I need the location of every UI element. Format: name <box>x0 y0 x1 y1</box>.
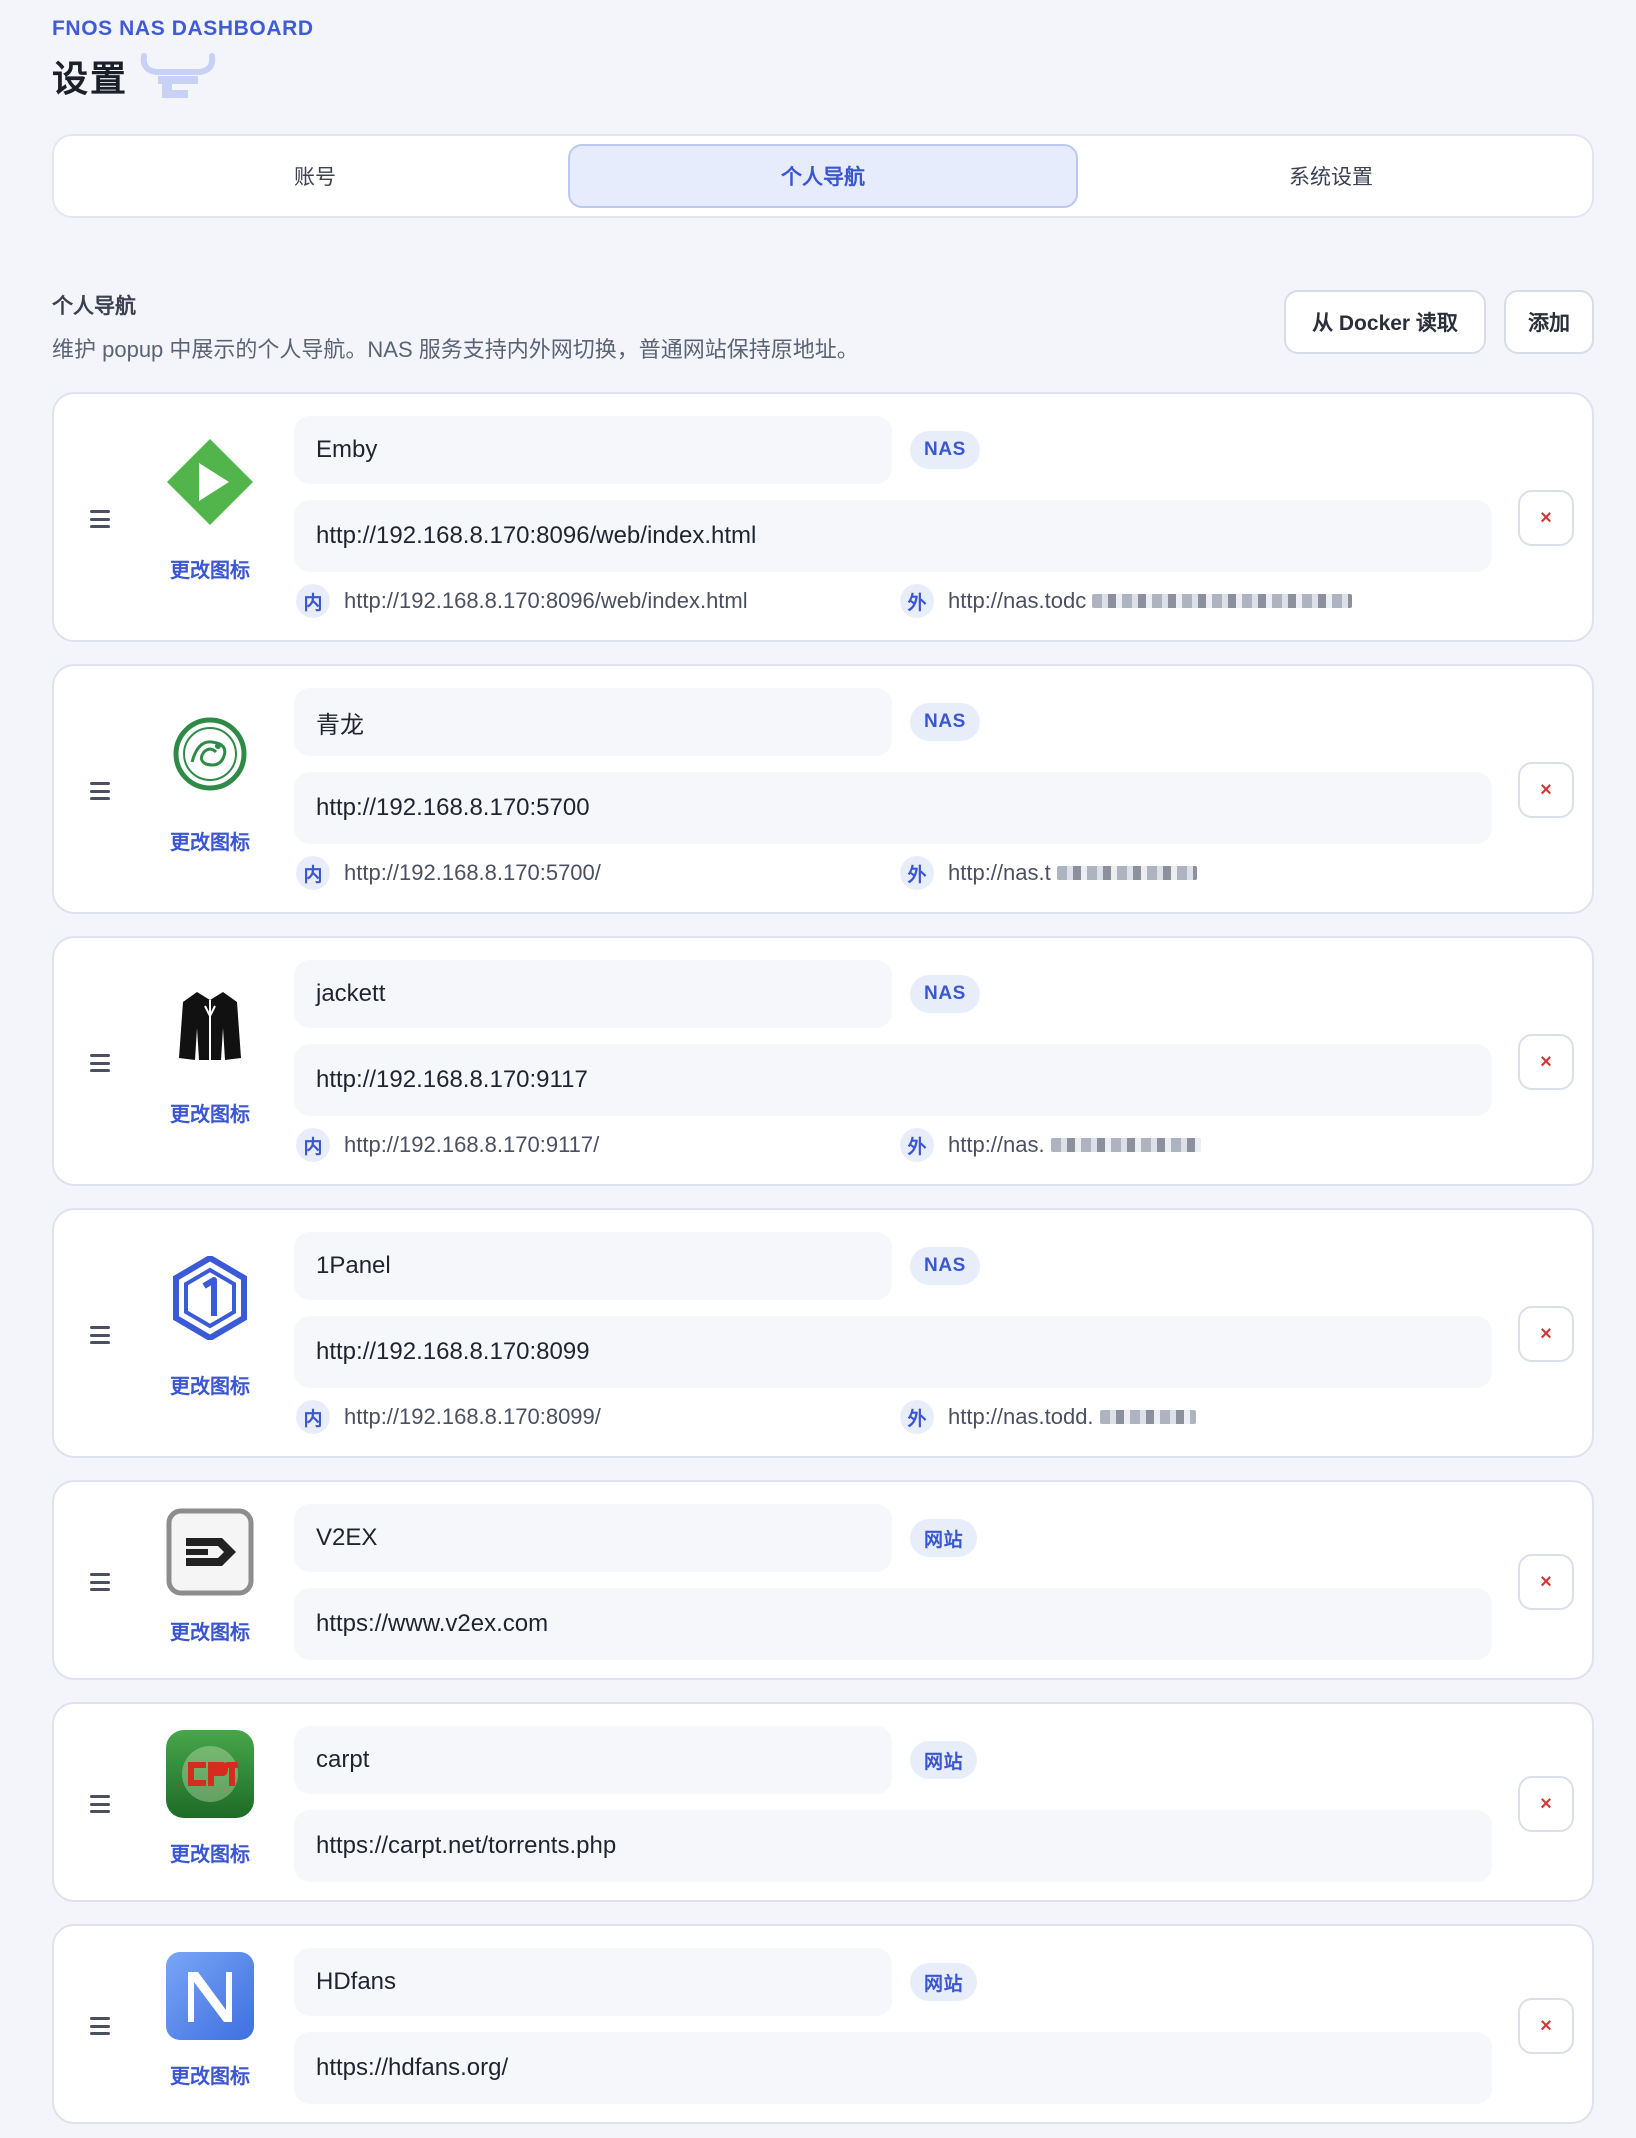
inner-url: http://192.168.8.170:5700/ <box>344 860 601 885</box>
outer-tag: 外 <box>900 1128 934 1162</box>
v2ex-icon <box>164 1506 256 1598</box>
type-badge: NAS <box>910 1247 980 1285</box>
change-icon-link[interactable]: 更改图标 <box>144 1098 276 1127</box>
url-input[interactable]: https://hdfans.org/ <box>294 2032 1492 2104</box>
delete-button[interactable]: × <box>1518 1554 1574 1610</box>
tab-personal-nav[interactable]: 个人导航 <box>568 144 1078 208</box>
type-badge: 网站 <box>910 1741 978 1779</box>
type-badge: NAS <box>910 431 980 469</box>
delete-button[interactable]: × <box>1518 1998 1574 2054</box>
nav-item-card: 更改图标 HDfans 网站 https://hdfans.org/ × <box>52 1924 1594 2124</box>
name-input[interactable]: HDfans <box>294 1948 892 2016</box>
outer-url: http://nas.todc <box>948 588 1087 613</box>
redacted-mask <box>1050 1138 1201 1152</box>
change-icon-link[interactable]: 更改图标 <box>144 554 276 583</box>
url-input[interactable]: http://192.168.8.170:9117 <box>294 1044 1492 1116</box>
change-icon-link[interactable]: 更改图标 <box>144 1838 276 1867</box>
1panel-icon <box>164 1252 256 1344</box>
change-icon-link[interactable]: 更改图标 <box>144 1616 276 1645</box>
drag-handle-icon[interactable] <box>90 2017 110 2035</box>
change-icon-link[interactable]: 更改图标 <box>144 1370 276 1399</box>
url-input[interactable]: https://www.v2ex.com <box>294 1588 1492 1660</box>
change-icon-link[interactable]: 更改图标 <box>144 2060 276 2089</box>
nav-item-card: 更改图标 青龙 NAS http://192.168.8.170:5700 内 … <box>52 664 1594 914</box>
nav-item-card: 更改图标 jackett NAS http://192.168.8.170:91… <box>52 936 1594 1186</box>
type-badge: NAS <box>910 703 980 741</box>
url-input[interactable]: https://carpt.net/torrents.php <box>294 1810 1492 1882</box>
name-input[interactable]: carpt <box>294 1726 892 1794</box>
type-badge: 网站 <box>910 1519 978 1557</box>
change-icon-link[interactable]: 更改图标 <box>144 826 276 855</box>
tab-system-settings[interactable]: 系统设置 <box>1078 144 1584 208</box>
url-input[interactable]: http://192.168.8.170:8099 <box>294 1316 1492 1388</box>
inner-url: http://192.168.8.170:8099/ <box>344 1404 601 1429</box>
name-input[interactable]: Emby <box>294 416 892 484</box>
nav-item-card: 更改图标 Emby NAS http://192.168.8.170:8096/… <box>52 392 1594 642</box>
page-title: 设置 <box>52 58 129 99</box>
drag-handle-icon[interactable] <box>90 782 110 800</box>
name-input[interactable]: 青龙 <box>294 688 892 756</box>
outer-url-row: 外 http://nas.todd. <box>900 1400 1196 1434</box>
title-row: 设置 <box>52 48 230 104</box>
add-button[interactable]: 添加 <box>1504 290 1594 354</box>
delete-button[interactable]: × <box>1518 490 1574 546</box>
outer-tag: 外 <box>900 584 934 618</box>
inner-tag: 内 <box>296 856 330 890</box>
inner-url: http://192.168.8.170:8096/web/index.html <box>344 588 748 613</box>
inner-url-row: 内 http://192.168.8.170:9117/ <box>296 1128 599 1162</box>
jackett-icon <box>164 980 256 1072</box>
name-input[interactable]: V2EX <box>294 1504 892 1572</box>
outer-tag: 外 <box>900 1400 934 1434</box>
bull-logo-icon <box>140 53 216 98</box>
qinglong-icon <box>164 708 256 800</box>
section-title: 个人导航 <box>52 295 136 318</box>
outer-url-row: 外 http://nas.todc <box>900 584 1353 618</box>
delete-button[interactable]: × <box>1518 762 1574 818</box>
name-input[interactable]: jackett <box>294 960 892 1028</box>
inner-tag: 内 <box>296 1400 330 1434</box>
hdfans-icon <box>164 1950 256 2042</box>
inner-tag: 内 <box>296 584 330 618</box>
tab-bar: 账号 个人导航 系统设置 <box>52 134 1594 218</box>
redacted-mask <box>1099 1410 1196 1424</box>
drag-handle-icon[interactable] <box>90 510 110 528</box>
drag-handle-icon[interactable] <box>90 1054 110 1072</box>
tab-account[interactable]: 账号 <box>62 144 568 208</box>
drag-handle-icon[interactable] <box>90 1795 110 1813</box>
inner-url-row: 内 http://192.168.8.170:8096/web/index.ht… <box>296 584 748 618</box>
inner-url: http://192.168.8.170:9117/ <box>344 1132 600 1157</box>
outer-url-row: 外 http://nas.t <box>900 856 1197 890</box>
delete-button[interactable]: × <box>1518 1034 1574 1090</box>
outer-tag: 外 <box>900 856 934 890</box>
brand-label: FNOS NAS DASHBOARD <box>52 17 314 40</box>
section-description: 维护 popup 中展示的个人导航。NAS 服务支持内外网切换，普通网站保持原地… <box>52 337 859 362</box>
outer-url: http://nas. <box>948 1132 1045 1157</box>
outer-url: http://nas.todd. <box>948 1404 1094 1429</box>
inner-url-row: 内 http://192.168.8.170:8099/ <box>296 1400 601 1434</box>
outer-url-row: 外 http://nas. <box>900 1128 1201 1162</box>
delete-button[interactable]: × <box>1518 1306 1574 1362</box>
outer-url: http://nas.t <box>948 860 1051 885</box>
nav-item-card: 更改图标 carpt 网站 https://carpt.net/torrents… <box>52 1702 1594 1902</box>
nav-item-card: 更改图标 1Panel NAS http://192.168.8.170:809… <box>52 1208 1594 1458</box>
type-badge: 网站 <box>910 1963 978 2001</box>
emby-icon <box>164 436 256 528</box>
settings-page: FNOS NAS DASHBOARD 设置 账号 个人导航 系统设置 个人导航 … <box>0 0 1636 2138</box>
name-input[interactable]: 1Panel <box>294 1232 892 1300</box>
carpt-icon <box>164 1728 256 1820</box>
inner-url-row: 内 http://192.168.8.170:5700/ <box>296 856 601 890</box>
read-from-docker-button[interactable]: 从 Docker 读取 <box>1284 290 1486 354</box>
inner-tag: 内 <box>296 1128 330 1162</box>
drag-handle-icon[interactable] <box>90 1573 110 1591</box>
url-input[interactable]: http://192.168.8.170:5700 <box>294 772 1492 844</box>
delete-button[interactable]: × <box>1518 1776 1574 1832</box>
url-input[interactable]: http://192.168.8.170:8096/web/index.html <box>294 500 1492 572</box>
drag-handle-icon[interactable] <box>90 1326 110 1344</box>
type-badge: NAS <box>910 975 980 1013</box>
redacted-mask <box>1092 594 1353 608</box>
nav-item-card: 更改图标 V2EX 网站 https://www.v2ex.com × <box>52 1480 1594 1680</box>
redacted-mask <box>1056 866 1197 880</box>
